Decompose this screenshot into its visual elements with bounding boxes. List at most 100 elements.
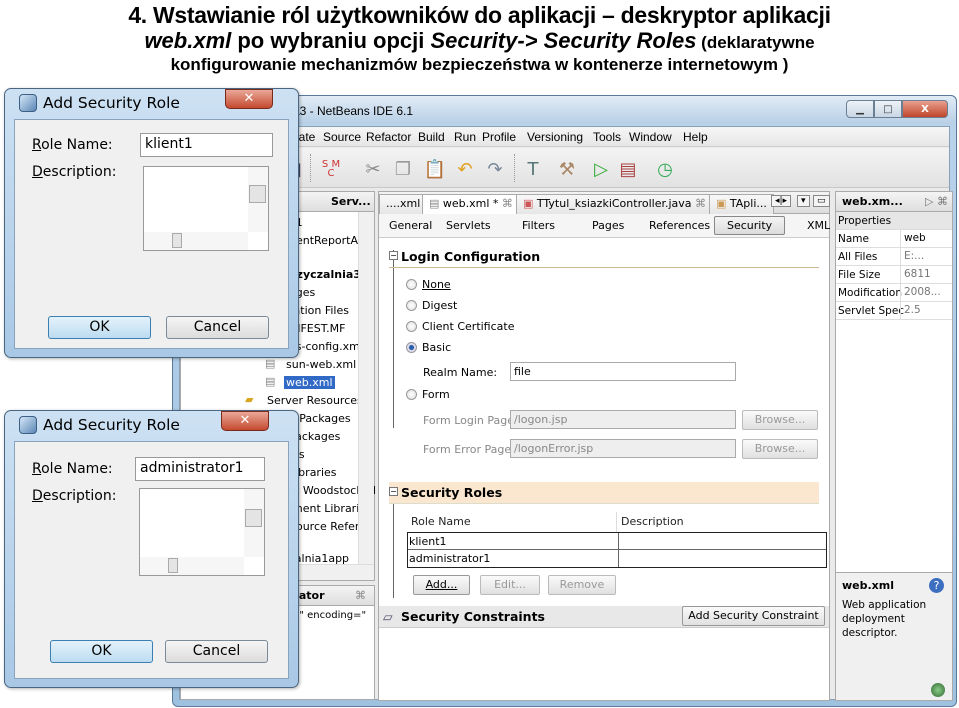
remove-role-button[interactable]: Remove xyxy=(548,575,616,595)
radio-label: Client Certificate xyxy=(422,320,515,333)
dialog-close-button[interactable]: ✕ xyxy=(221,411,269,431)
properties-group[interactable]: Properties xyxy=(836,212,952,230)
notification-icon[interactable] xyxy=(931,683,945,697)
menu-window[interactable]: Window xyxy=(629,130,672,144)
paste-icon[interactable]: 📋 xyxy=(424,158,446,180)
subtab-xml[interactable]: XML xyxy=(807,219,830,232)
vertical-scrollbar[interactable] xyxy=(248,167,268,232)
tab-list-icon[interactable]: ▾ xyxy=(797,195,810,207)
property-row[interactable]: File Size 6811 xyxy=(836,266,952,284)
ok-button[interactable]: OK xyxy=(50,640,153,663)
subtab-security[interactable]: Security xyxy=(714,216,786,235)
scroll-tabs-icon[interactable]: ◂|▸ xyxy=(771,195,792,207)
form-login-input[interactable]: /logon.jsp xyxy=(510,410,736,429)
radio-client-certificate[interactable]: Client Certificate xyxy=(406,320,514,333)
radio-digest[interactable]: Digest xyxy=(406,299,457,312)
property-row[interactable]: Name web xyxy=(836,230,952,248)
editor-tab-active[interactable]: ▤ web.xml * ⌘ xyxy=(422,194,520,215)
menu-run[interactable]: Run xyxy=(454,130,476,144)
copy-icon[interactable]: ❐ xyxy=(392,158,414,180)
radio-form[interactable]: Form xyxy=(406,388,450,401)
prop-key: Modification xyxy=(838,287,902,299)
collapse-icon[interactable]: − xyxy=(389,487,398,496)
editor-tab[interactable]: ▣ TTytul_ksiazkiController.java ⌘ xyxy=(516,194,714,214)
table-row[interactable]: klient1 xyxy=(408,533,826,550)
dialog-title: Add Security Role xyxy=(43,416,180,434)
editor-tab[interactable]: ....xml xyxy=(379,194,428,214)
subtab-servlets[interactable]: Servlets xyxy=(446,219,491,232)
tree-item-selected[interactable]: web.xml xyxy=(284,376,335,389)
form-error-input[interactable]: /logonError.jsp xyxy=(510,439,736,458)
edit-role-button[interactable]: Edit... xyxy=(480,575,540,595)
role-name-cell: klient1 xyxy=(409,535,447,548)
vertical-scrollbar[interactable] xyxy=(358,212,374,564)
maximize-button[interactable]: □ xyxy=(874,100,902,118)
cut-icon[interactable]: ✂ xyxy=(362,158,384,180)
tree-item[interactable]: sun-web.xml xyxy=(286,358,356,371)
login-config-header[interactable]: − Login Configuration xyxy=(389,246,819,268)
menu-help[interactable]: Help xyxy=(683,130,708,144)
add-security-constraint-button[interactable]: Add Security Constraint xyxy=(682,606,825,626)
role-name-input[interactable]: klient1 xyxy=(140,133,273,157)
menu-source[interactable]: Source xyxy=(323,130,361,144)
radio-none[interactable]: None xyxy=(406,278,451,291)
profile-icon[interactable]: ◷ xyxy=(654,158,676,180)
cancel-button[interactable]: Cancel xyxy=(165,640,268,663)
tree-item[interactable]: es-config.xml xyxy=(289,340,363,353)
prop-key: Servlet Spec xyxy=(838,305,905,317)
run-icon[interactable]: ▷ xyxy=(590,158,612,180)
property-row[interactable]: Servlet Spec 2.5 xyxy=(836,302,952,320)
maximize-editor-icon[interactable]: ▭ xyxy=(813,195,830,207)
subtab-pages[interactable]: Pages xyxy=(592,219,624,232)
collapse-icon[interactable]: − xyxy=(389,251,398,260)
tab-services[interactable]: Serv... xyxy=(331,195,371,208)
role-name-input[interactable]: administrator1 xyxy=(135,457,265,481)
menu-refactor[interactable]: Refactor xyxy=(366,130,411,144)
column-role-name[interactable]: Role Name xyxy=(411,515,471,528)
debug-icon[interactable]: ▤ xyxy=(617,158,639,180)
subtab-filters[interactable]: Filters xyxy=(522,219,555,232)
radio-basic[interactable]: Basic xyxy=(406,341,451,354)
subtab-references[interactable]: References xyxy=(649,219,710,232)
horizontal-scrollbar[interactable] xyxy=(144,232,248,250)
menu-tools[interactable]: Tools xyxy=(593,130,621,144)
description-textarea[interactable] xyxy=(143,166,269,251)
dialog-close-button[interactable]: ✕ xyxy=(225,89,273,109)
redo-icon[interactable]: ↷ xyxy=(484,158,506,180)
menu-build[interactable]: Build xyxy=(418,130,445,144)
property-row[interactable]: All Files E:... xyxy=(836,248,952,266)
smc-icon[interactable]: S MC xyxy=(320,158,342,180)
description-box: web.xml ? Web application deployment des… xyxy=(836,572,952,700)
java-file-icon: ▣ xyxy=(523,197,537,210)
property-row[interactable]: Modification 2008... xyxy=(836,284,952,302)
tree-item[interactable]: ozyczalnia3 xyxy=(289,268,361,281)
horizontal-scrollbar[interactable] xyxy=(140,557,244,575)
vertical-scrollbar[interactable] xyxy=(244,489,264,557)
close-icon[interactable]: ⌘ xyxy=(355,589,366,602)
build-icon[interactable]: T xyxy=(522,158,544,180)
tree-item[interactable]: dentReportAp xyxy=(289,234,365,247)
help-icon[interactable]: ? xyxy=(929,578,944,593)
ok-button[interactable]: OK xyxy=(48,316,151,339)
add-security-role-dialog-1: Add Security Role ✕ RRole Name:ole Name:… xyxy=(4,88,299,358)
tree-item[interactable]: Server Resources xyxy=(267,394,363,407)
table-row[interactable]: administrator1 xyxy=(408,550,826,567)
description-cell xyxy=(618,550,619,567)
description-textarea[interactable] xyxy=(139,488,265,576)
menu-profile[interactable]: Profile xyxy=(482,130,516,144)
menu-versioning[interactable]: Versioning xyxy=(527,130,583,144)
security-roles-header[interactable]: − Security Roles xyxy=(389,482,819,504)
editor-tab[interactable]: ▣ TApli... xyxy=(709,194,774,214)
subtab-general[interactable]: General xyxy=(389,219,432,232)
close-icon[interactable]: ▷ ⌘ xyxy=(925,195,948,208)
add-role-button[interactable]: Add... xyxy=(413,575,470,595)
clean-build-icon[interactable]: ⚒ xyxy=(556,158,578,180)
close-button[interactable]: X xyxy=(902,100,948,118)
column-description[interactable]: Description xyxy=(621,515,684,528)
minimize-button[interactable]: ▁ xyxy=(846,100,874,118)
browse-login-button[interactable]: Browse... xyxy=(742,410,818,430)
browse-error-button[interactable]: Browse... xyxy=(742,439,818,459)
realm-name-input[interactable]: file xyxy=(510,362,736,381)
undo-icon[interactable]: ↶ xyxy=(454,158,476,180)
cancel-button[interactable]: Cancel xyxy=(166,316,269,339)
